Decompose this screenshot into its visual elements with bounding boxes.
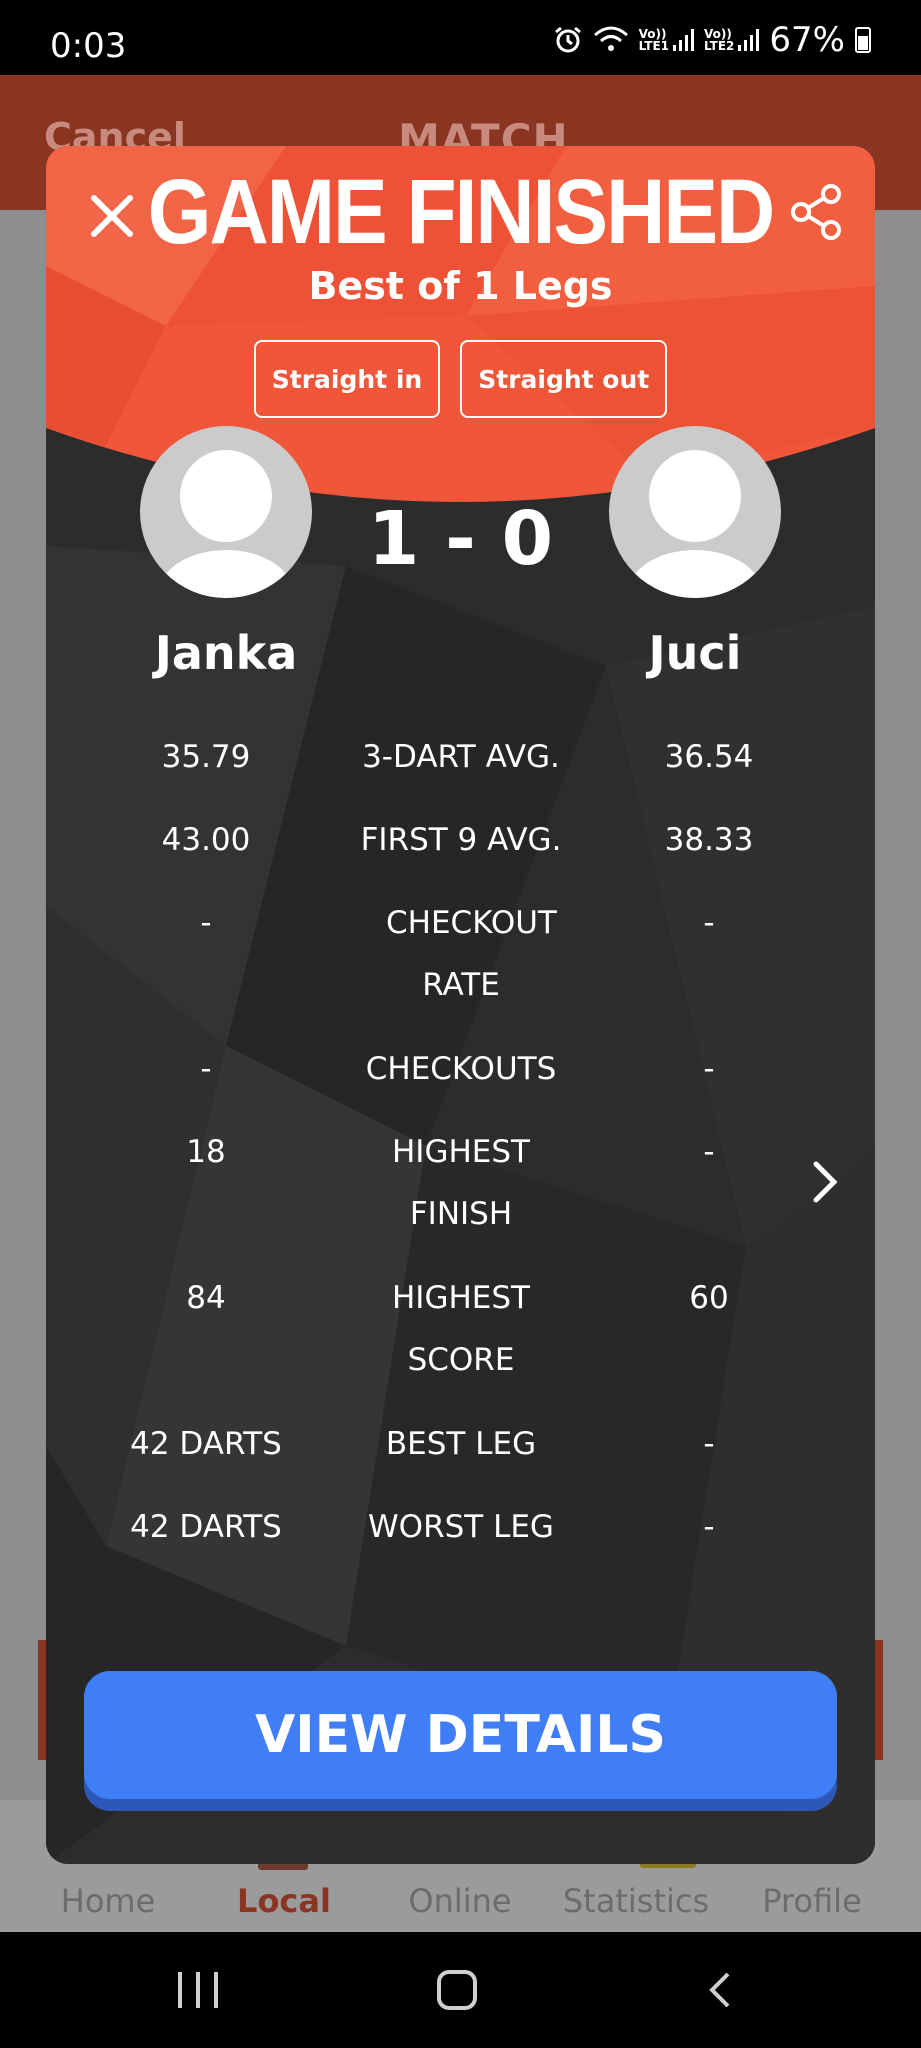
- alarm-icon: [554, 26, 581, 53]
- stat-row: 42 DARTS WORST LEG -: [46, 1496, 875, 1579]
- tab-profile[interactable]: Profile: [732, 1882, 892, 1920]
- stat-left-value: 42 DARTS: [130, 1426, 282, 1462]
- stat-row: 35.79 3-DART AVG. 36.54: [46, 726, 875, 809]
- signal-icon: Vo)) LTE1: [639, 28, 695, 52]
- stat-left-value: 43.00: [161, 822, 251, 858]
- tab-statistics[interactable]: Statistics: [556, 1882, 716, 1920]
- stat-row: 43.00 FIRST 9 AVG. 38.33: [46, 809, 875, 892]
- game-finished-dialog: GAME FINISHED Best of 1 Legs Straight in…: [46, 146, 875, 1864]
- home-icon[interactable]: [437, 1970, 477, 2010]
- stat-label: HIGHEST FINISH: [392, 1134, 530, 1232]
- stat-right-value: -: [703, 1051, 715, 1087]
- stat-row: 42 DARTS BEST LEG -: [46, 1413, 875, 1496]
- chevron-right-icon[interactable]: [806, 1152, 846, 1212]
- stat-left-value: 42 DARTS: [130, 1509, 282, 1545]
- stat-label: HIGHEST SCORE: [392, 1280, 530, 1378]
- stat-row: 18 HIGHEST FINISH -: [46, 1121, 875, 1267]
- match-score: 1 - 0: [367, 496, 554, 582]
- recent-apps-icon[interactable]: [178, 1972, 218, 2008]
- stat-right-value: 38.33: [664, 822, 754, 858]
- stat-label: BEST LEG: [385, 1426, 537, 1462]
- system-nav-bar: [0, 1932, 921, 2048]
- tab-home[interactable]: Home: [28, 1882, 188, 1920]
- stat-right-value: -: [703, 1134, 715, 1170]
- stat-right-value: 36.54: [664, 739, 754, 775]
- dialog-title: GAME FINISHED: [147, 161, 775, 264]
- stat-right-value: -: [703, 1426, 715, 1462]
- signal-icon: Vo)) LTE2: [704, 28, 760, 52]
- stat-right-value: 60: [689, 1280, 729, 1316]
- stat-left-value: 84: [186, 1280, 226, 1316]
- stat-left-value: -: [200, 1051, 212, 1087]
- stat-right-value: -: [703, 1509, 715, 1545]
- stats-table: 35.79 3-DART AVG. 36.54 43.00 FIRST 9 AV…: [46, 726, 875, 1579]
- stat-label: CHECKOUTS: [365, 1051, 557, 1087]
- status-bar: 0:03 Vo)) LTE1 Vo)) LTE2 67%: [0, 0, 921, 75]
- stat-label: 3-DART AVG.: [362, 739, 560, 775]
- stat-row: - CHECKOUT RATE -: [46, 892, 875, 1038]
- tab-local[interactable]: Local: [204, 1882, 364, 1920]
- stat-label: WORST LEG: [368, 1509, 554, 1545]
- battery-icon: [855, 27, 871, 53]
- view-details-label: VIEW DETAILS: [84, 1671, 837, 1799]
- stat-label: FIRST 9 AVG.: [360, 822, 562, 858]
- player-name-left: Janka: [154, 626, 298, 680]
- status-icons: Vo)) LTE1 Vo)) LTE2 67%: [553, 20, 871, 60]
- battery-level: 67%: [769, 20, 845, 60]
- back-icon[interactable]: [700, 1970, 740, 2010]
- stat-right-value: -: [703, 905, 715, 941]
- tab-online[interactable]: Online: [380, 1882, 540, 1920]
- stat-row: 84 HIGHEST SCORE 60: [46, 1267, 875, 1413]
- stat-left-value: 35.79: [161, 739, 251, 775]
- game-mode-chips: Straight in Straight out: [46, 340, 875, 418]
- view-details-button[interactable]: VIEW DETAILS: [84, 1671, 837, 1811]
- player-name-right: Juci: [648, 626, 742, 680]
- stat-left-value: 18: [186, 1134, 226, 1170]
- clock: 0:03: [50, 26, 127, 66]
- stat-label: CHECKOUT RATE: [386, 905, 557, 1003]
- dialog-subtitle: Best of 1 Legs: [308, 264, 613, 308]
- straight-in-chip: Straight in: [253, 340, 441, 418]
- straight-out-chip: Straight out: [460, 340, 668, 418]
- stat-row: - CHECKOUTS -: [46, 1038, 875, 1121]
- wifi-icon: [593, 26, 628, 51]
- stat-left-value: -: [200, 905, 212, 941]
